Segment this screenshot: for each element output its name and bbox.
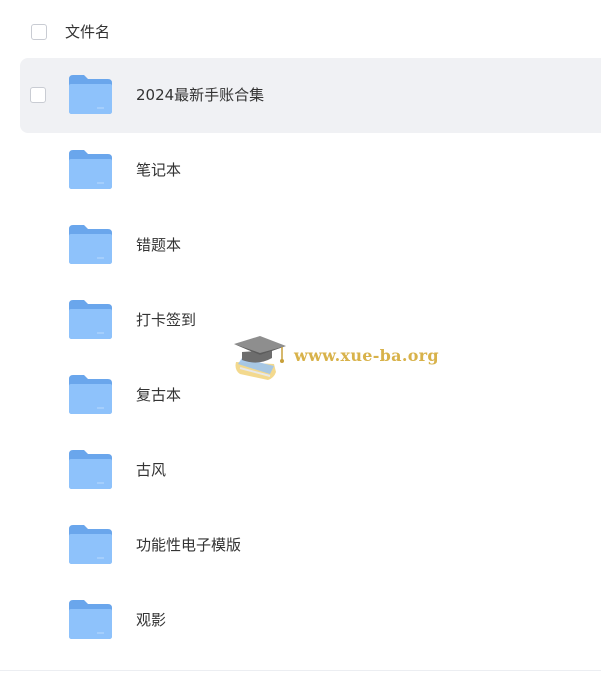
file-name[interactable]: 笔记本 (136, 160, 181, 180)
watermark-text: www.xue-ba.org (294, 346, 439, 365)
file-row[interactable]: 2024最新手账合集 (20, 58, 601, 133)
file-row[interactable]: 错题本 (0, 208, 601, 283)
file-name[interactable]: 打卡签到 (136, 310, 196, 330)
file-row[interactable]: 功能性电子模版 (0, 508, 601, 583)
folder-icon (69, 150, 112, 189)
folder-icon (69, 450, 112, 489)
list-bottom-divider (0, 670, 601, 671)
row-checkbox[interactable] (30, 87, 46, 103)
file-name[interactable]: 2024最新手账合集 (136, 85, 264, 105)
graduation-cap-icon (234, 336, 286, 380)
folder-icon (69, 375, 112, 414)
folder-icon (69, 225, 112, 264)
folder-icon (69, 75, 112, 114)
file-name[interactable]: 功能性电子模版 (136, 535, 241, 555)
file-name[interactable]: 古风 (136, 460, 166, 480)
file-name[interactable]: 复古本 (136, 385, 181, 405)
file-row[interactable]: 笔记本 (0, 133, 601, 208)
select-all-checkbox[interactable] (31, 24, 47, 40)
file-row[interactable]: 古风 (0, 433, 601, 508)
file-name[interactable]: 错题本 (136, 235, 181, 255)
folder-icon (69, 300, 112, 339)
file-row[interactable]: 观影 (0, 583, 601, 658)
file-name[interactable]: 观影 (136, 610, 166, 630)
filename-column-header[interactable]: 文件名 (65, 22, 110, 42)
folder-icon (69, 600, 112, 639)
watermark: www.xue-ba.org (230, 330, 440, 390)
folder-icon (69, 525, 112, 564)
file-list-header: 文件名 (0, 0, 601, 64)
